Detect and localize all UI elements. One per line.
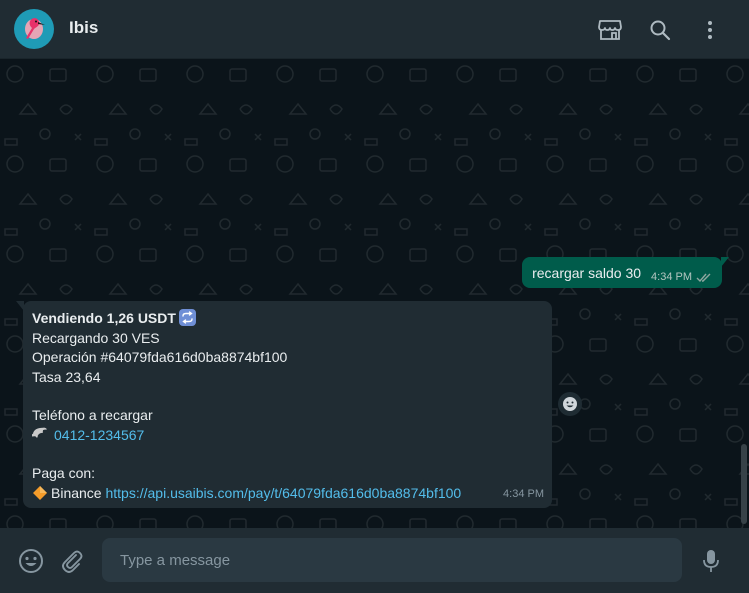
- attach-paperclip-icon[interactable]: [59, 548, 85, 574]
- telephone-receiver-icon: [32, 427, 47, 438]
- operation-id: Operación #64079fda616d0ba8874bf100: [32, 349, 288, 365]
- pay-method: Binance: [51, 484, 102, 501]
- payment-link[interactable]: https://api.usaibis.com/pay/t/64079fda61…: [105, 485, 461, 501]
- smiley-icon: [563, 397, 577, 411]
- double-check-icon: [696, 273, 711, 282]
- chat-scrollbar[interactable]: [741, 444, 747, 524]
- chat-title[interactable]: Ibis: [69, 18, 98, 38]
- pay-label: Paga con:: [32, 465, 96, 481]
- outgoing-message-meta: 4:34 PM: [651, 271, 712, 283]
- chat-header: Ibis: [0, 0, 749, 59]
- search-icon[interactable]: [647, 17, 673, 43]
- incoming-message-time: 4:34 PM: [503, 487, 544, 500]
- recharge-amount: Recargando 30 VES: [32, 329, 160, 346]
- react-emoji-button[interactable]: [558, 392, 582, 416]
- microphone-icon[interactable]: [698, 548, 724, 574]
- more-vertical-icon[interactable]: [697, 17, 723, 43]
- emoji-icon[interactable]: [18, 548, 44, 574]
- orange-diamond-icon: [33, 485, 47, 500]
- exchange-rate: Tasa 23,64: [32, 368, 101, 385]
- incoming-message[interactable]: Vendiendo 1,26 USDT Recargando 30 VES Op…: [16, 301, 552, 508]
- chat-area[interactable]: recargar saldo 30 4:34 PM Vendiendo 1,26…: [0, 59, 749, 528]
- store-icon[interactable]: [597, 17, 623, 43]
- outgoing-message-text: recargar saldo 30: [532, 265, 642, 281]
- sale-summary: Vendiendo 1,26 USDT: [32, 310, 176, 326]
- avatar[interactable]: [14, 9, 54, 49]
- composer-bar: [0, 528, 749, 593]
- ibis-logo-icon: [25, 18, 45, 39]
- phone-number-link[interactable]: 0412-1234567: [54, 427, 144, 443]
- message-input[interactable]: [102, 538, 682, 582]
- outgoing-message-time: 4:34 PM: [651, 271, 692, 283]
- outgoing-message[interactable]: recargar saldo 30 4:34 PM: [522, 257, 729, 288]
- repeat-icon: [178, 309, 196, 326]
- phone-label: Teléfono a recargar: [32, 407, 153, 423]
